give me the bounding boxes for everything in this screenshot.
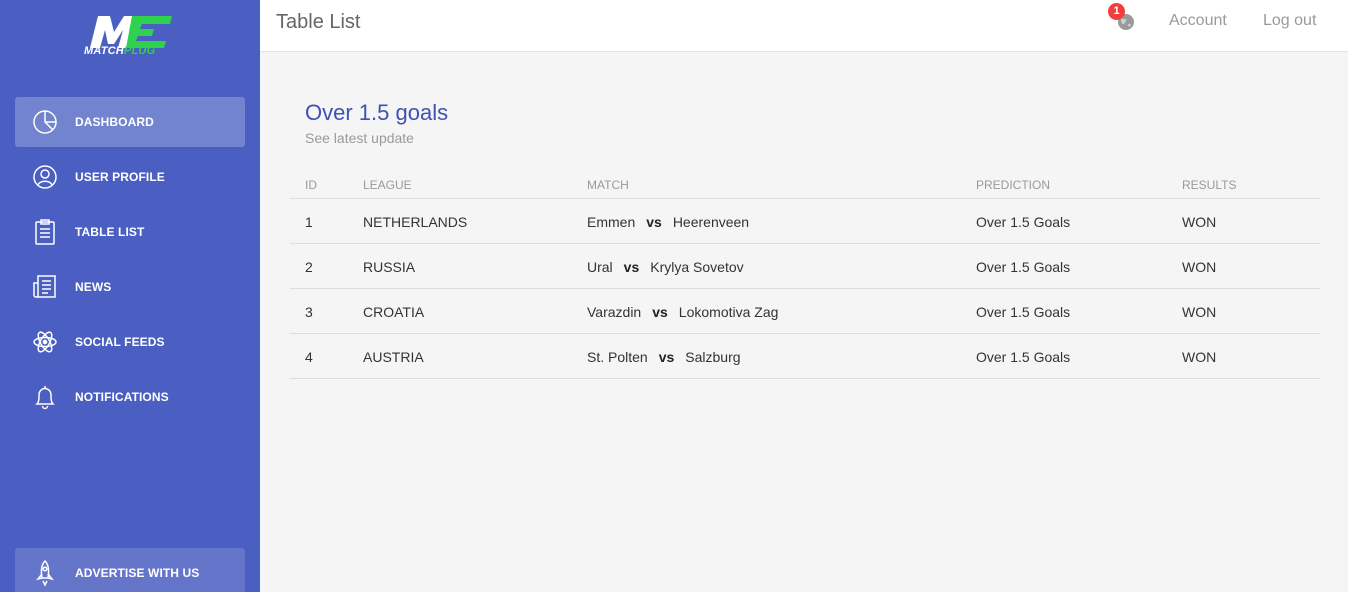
home-team: Ural [587, 259, 613, 275]
sidebar-item-label: TABLE LIST [75, 225, 145, 239]
home-team: Emmen [587, 214, 636, 230]
atom-icon [33, 331, 57, 353]
table-header: ID LEAGUE MATCH PREDICTION RESULTS [290, 170, 1320, 199]
header-results: RESULTS [1182, 178, 1237, 192]
table-row: 1 NETHERLANDS Emmen vs Heerenveen Over 1.5… [290, 199, 1320, 244]
pie-chart-icon [33, 110, 57, 134]
away-team: Salzburg [685, 349, 741, 365]
cell-result: WON [1182, 304, 1217, 320]
sidebar-item-label: NEWS [75, 280, 112, 294]
sidebar-item-table-list[interactable]: TABLE LIST [15, 207, 245, 257]
vs-label: vs [658, 349, 675, 365]
cell-id: 2 [305, 259, 313, 275]
away-team: Heerenveen [672, 214, 750, 230]
cell-match: St. Polten vs Salzburg [587, 349, 741, 365]
header-league: LEAGUE [363, 178, 412, 192]
cell-prediction: Over 1.5 Goals [976, 214, 1071, 230]
predictions-table: ID LEAGUE MATCH PREDICTION RESULTS 1 NET… [290, 170, 1320, 379]
table-row: 4 AUSTRIA St. Polten vs Salzburg Over 1.5 … [290, 334, 1320, 379]
home-team: Varazdin [587, 304, 642, 320]
advertise-label: ADVERTISE WITH US [75, 566, 200, 580]
cell-match: Ural vs Krylya Sovetov [587, 259, 744, 275]
cell-match: Varazdin vs Lokomotiva Zag [587, 304, 778, 320]
away-team: Lokomotiva Zag [678, 304, 779, 320]
cell-result: WON [1182, 349, 1217, 365]
cell-league: NETHERLANDS [363, 214, 468, 230]
cell-league: CROATIA [363, 304, 425, 320]
page-title: Table List [276, 11, 361, 33]
account-link[interactable]: Account [1169, 12, 1227, 30]
logo-wordmark: MATCHPLUG [84, 45, 156, 57]
card-subtitle: See latest update [305, 130, 414, 146]
sidebar-item-user-profile[interactable]: USER PROFILE [15, 152, 245, 202]
table-row: 3 CROATIA Varazdin vs Lokomotiva Zag Over … [290, 289, 1320, 334]
cell-league: AUSTRIA [363, 349, 424, 365]
card-title: Over 1.5 goals [305, 100, 449, 125]
cell-result: WON [1182, 259, 1217, 275]
bell-icon [35, 386, 55, 410]
sidebar-item-social-feeds[interactable]: SOCIAL FEEDS [15, 317, 245, 367]
cell-id: 3 [305, 304, 313, 320]
cell-id: 1 [305, 214, 313, 230]
notification-badge: 1 [1108, 3, 1125, 20]
header-id: ID [305, 178, 317, 192]
top-navbar: Table List 1 Account Log out [260, 0, 1348, 52]
cell-prediction: Over 1.5 Goals [976, 349, 1071, 365]
cell-match: Emmen vs Heerenveen [587, 214, 749, 230]
sidebar-item-notifications[interactable]: NOTIFICATIONS [15, 372, 245, 422]
vs-label: vs [623, 259, 640, 275]
sidebar-item-dashboard[interactable]: DASHBOARD [15, 97, 245, 147]
cell-league: RUSSIA [363, 259, 416, 275]
clipboard-icon [35, 219, 55, 245]
sidebar-item-label: SOCIAL FEEDS [75, 335, 165, 349]
cell-prediction: Over 1.5 Goals [976, 304, 1071, 320]
header-prediction: PREDICTION [976, 178, 1051, 192]
cell-id: 4 [305, 349, 313, 365]
sidebar-item-news[interactable]: NEWS [15, 262, 245, 312]
cell-prediction: Over 1.5 Goals [976, 259, 1071, 275]
cell-result: WON [1182, 214, 1217, 230]
sidebar: MATCHPLUG DASHBOARD USER PROFILE TABLE L… [0, 0, 260, 592]
sidebar-item-label: NOTIFICATIONS [75, 390, 169, 404]
vs-label: vs [652, 304, 668, 320]
user-icon [33, 165, 57, 189]
away-team: Krylya Sovetov [650, 259, 744, 275]
vs-label: vs [646, 214, 662, 230]
sidebar-item-label: USER PROFILE [75, 170, 165, 184]
rocket-icon [36, 559, 54, 587]
advertise-button[interactable]: ADVERTISE WITH US [15, 548, 245, 592]
home-team: St. Polten [587, 349, 648, 365]
table-row: 2 RUSSIA Ural vs Krylya Sovetov Over 1.5 G… [290, 244, 1320, 289]
logout-link[interactable]: Log out [1263, 12, 1316, 30]
newspaper-icon [33, 275, 56, 298]
header-match: MATCH [587, 178, 629, 192]
sidebar-item-label: DASHBOARD [75, 115, 154, 129]
